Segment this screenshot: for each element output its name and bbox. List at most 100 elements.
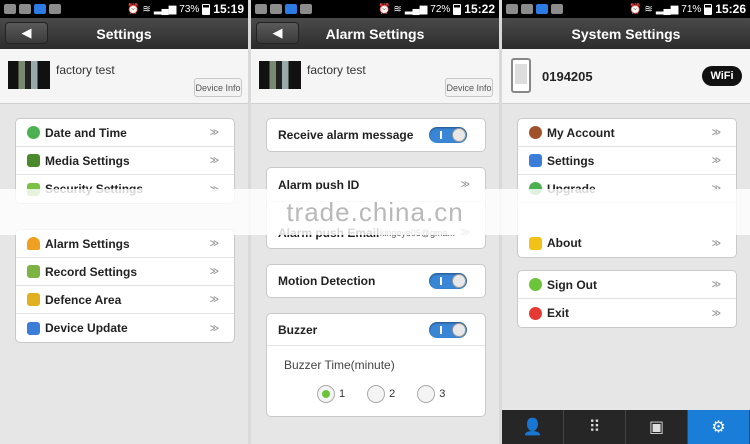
sign-out-icon <box>529 278 542 291</box>
battery-percent: 71% <box>681 3 702 15</box>
clock: 15:19 <box>213 2 244 16</box>
receive-alarm-row: Receive alarm message <box>267 119 485 151</box>
radio-icon <box>417 385 436 403</box>
battery-icon <box>202 3 211 15</box>
buzzer-option-3[interactable]: 3 <box>417 385 445 403</box>
chevron-icon: ≫ <box>209 322 219 333</box>
bell-icon <box>27 237 40 250</box>
system-menu-group-1: My Account ≫ Settings ≫ Upgrade ≫ About … <box>517 118 737 258</box>
device-id: 0194205 <box>542 69 593 84</box>
alarm-icon: ⏰ <box>126 3 140 15</box>
menu-item-label: Media Settings <box>45 153 130 168</box>
tab-settings[interactable]: ⚙ <box>688 410 750 444</box>
person-icon: 👤 <box>522 419 543 436</box>
menu-item-device-update[interactable]: Device Update ≫ <box>16 314 234 342</box>
buzzer-card: Buzzer Buzzer Time(minute) 1 2 3 <box>266 313 486 417</box>
menu-item-label: Device Update <box>45 321 128 335</box>
app-icon <box>551 4 563 14</box>
record-icon <box>27 265 40 278</box>
title-bar: System Settings <box>502 18 750 49</box>
page-title: Alarm Settings <box>325 25 425 42</box>
menu-item-label: Settings <box>547 153 595 168</box>
battery-percent: 73% <box>179 3 200 15</box>
bottom-tab-bar: 👤 ⠿ ▣ ⚙ <box>502 410 750 444</box>
menu-item-label: Date and Time <box>45 125 127 140</box>
menu-item-date-time[interactable]: Date and Time ≫ <box>16 119 234 147</box>
page-title: System Settings <box>571 25 681 42</box>
star-icon <box>529 236 542 250</box>
notification-icon <box>506 4 518 14</box>
wifi-icon: ≋ <box>393 3 402 15</box>
app-icon <box>536 4 548 14</box>
receive-alarm-toggle[interactable] <box>429 127 467 143</box>
back-button[interactable]: ◀ <box>256 22 299 44</box>
menu-item-exit[interactable]: Exit ≫ <box>518 299 736 327</box>
menu-item-my-account[interactable]: My Account ≫ <box>518 119 736 147</box>
menu-item-sign-out[interactable]: Sign Out ≫ <box>518 271 736 299</box>
settings-menu-group-2: Alarm Settings ≫ Record Settings ≫ Defen… <box>15 229 235 343</box>
device-name: factory test <box>307 63 366 77</box>
menu-item-settings[interactable]: Settings ≫ <box>518 147 736 175</box>
menu-item-media-settings[interactable]: Media Settings ≫ <box>16 147 234 175</box>
buzzer-time-options: 1 2 3 <box>317 385 445 403</box>
motion-detection-row: Motion Detection <box>267 265 485 297</box>
signal-icon: ▂▄▆ <box>153 3 177 15</box>
lock-icon <box>27 293 40 306</box>
app-icon <box>300 4 312 14</box>
tab-contacts[interactable]: 👤 <box>502 410 564 444</box>
phone-icon <box>511 58 531 93</box>
settings-icon <box>529 154 542 167</box>
menu-item-label: About <box>547 236 582 250</box>
menu-item-label: Defence Area <box>45 292 122 307</box>
buzzer-toggle[interactable] <box>429 321 467 338</box>
alarm-icon: ⏰ <box>628 3 642 15</box>
gear-icon: ⚙ <box>711 419 726 436</box>
device-info-button[interactable]: Device Info <box>194 78 242 97</box>
radio-label: 3 <box>439 388 446 400</box>
battery-icon <box>453 3 462 15</box>
clock-icon <box>27 126 40 139</box>
chevron-icon: ≫ <box>209 155 219 165</box>
signal-icon: ▂▄▆ <box>655 3 679 15</box>
menu-item-record-settings[interactable]: Record Settings ≫ <box>16 258 234 286</box>
chevron-icon: ≫ <box>209 266 219 276</box>
account-header: 0194205 WiFi <box>502 49 750 104</box>
menu-item-label: Record Settings <box>45 264 138 279</box>
battery-icon <box>704 3 713 15</box>
user-update-icon <box>27 321 40 335</box>
radio-selected-icon <box>317 385 335 403</box>
camera-thumbnail <box>259 61 301 89</box>
tab-apps[interactable]: ⠿ <box>564 410 626 444</box>
motion-detection-toggle[interactable] <box>429 273 467 289</box>
menu-item-label: My Account <box>547 125 615 140</box>
back-button[interactable]: ◀ <box>5 22 48 44</box>
back-arrow-icon: ◀ <box>21 25 32 40</box>
menu-item-label: Exit <box>547 306 570 320</box>
alarm-icon: ⏰ <box>377 3 391 15</box>
wifi-icon: ≋ <box>644 3 653 15</box>
device-info-button[interactable]: Device Info <box>445 78 493 97</box>
buzzer-option-1[interactable]: 1 <box>317 385 345 403</box>
mail-icon <box>19 4 31 14</box>
chevron-icon: ≫ <box>209 127 219 137</box>
radio-label: 1 <box>339 388 346 400</box>
buzzer-option-2[interactable]: 2 <box>367 385 395 403</box>
battery-percent: 72% <box>430 3 451 15</box>
buzzer-row: Buzzer <box>267 314 485 346</box>
motion-detection-card: Motion Detection <box>266 264 486 298</box>
watermark: trade.china.cn <box>0 189 750 235</box>
mail-icon <box>521 4 533 14</box>
clock: 15:26 <box>715 2 746 16</box>
chevron-icon: ≫ <box>711 279 721 289</box>
menu-item-label: Sign Out <box>547 277 597 292</box>
buzzer-time-label: Buzzer Time(minute) <box>284 358 395 372</box>
app-icon <box>34 4 46 14</box>
receive-alarm-card: Receive alarm message <box>266 118 486 152</box>
chevron-icon: ≫ <box>209 238 219 248</box>
toolbox-icon: ▣ <box>648 419 665 436</box>
tab-tools[interactable]: ▣ <box>626 410 688 444</box>
device-header: factory test Device Info <box>251 49 499 104</box>
user-icon <box>529 126 542 139</box>
menu-item-defence-area[interactable]: Defence Area ≫ <box>16 286 234 314</box>
signal-icon: ▂▄▆ <box>404 3 428 15</box>
